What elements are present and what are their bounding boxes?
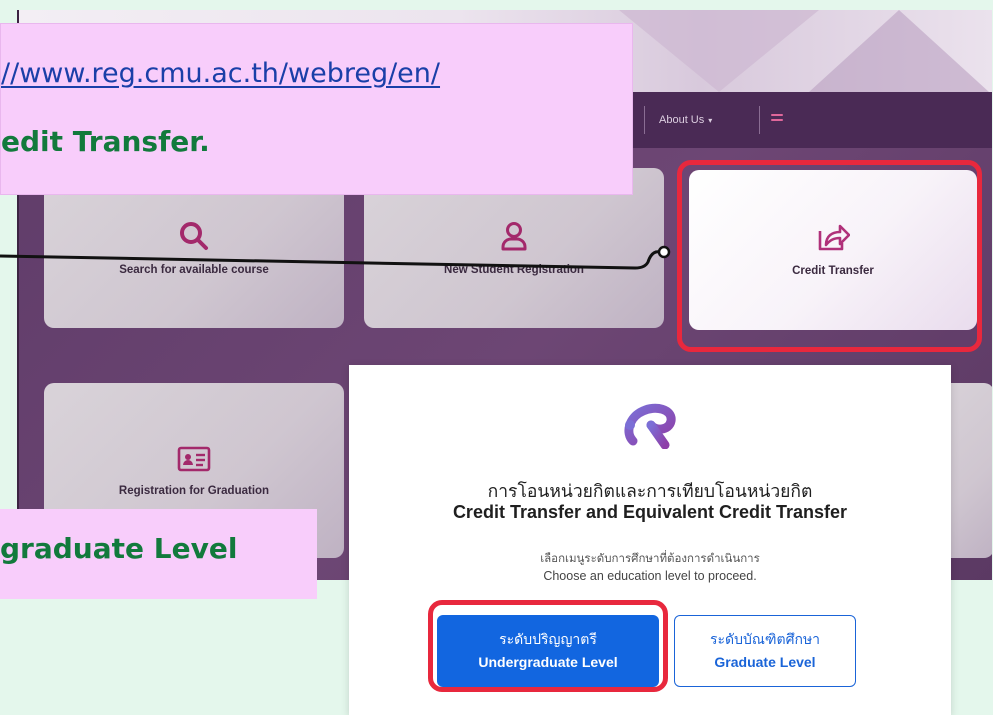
search-icon — [178, 220, 210, 256]
instruction-level-text: graduate Level — [0, 532, 238, 565]
card-label: Search for available course — [119, 264, 269, 276]
nav-about-label: About Us — [659, 114, 705, 126]
nav-divider — [759, 106, 760, 134]
instruction-note-level: graduate Level — [0, 509, 317, 599]
registration-url-link[interactable]: //www.reg.cmu.ac.th/webreg/en/ — [1, 58, 440, 89]
button-label-thai: ระดับบัณฑิตศึกษา — [709, 632, 821, 648]
instruction-step-title: edit Transfer. — [1, 125, 210, 158]
nav-about-us[interactable]: About Us ▾ — [659, 106, 712, 134]
header-decoration — [809, 10, 989, 92]
graduate-level-button[interactable]: ระดับบัณฑิตศึกษา Graduate Level — [674, 615, 856, 687]
undergraduate-button-highlight — [428, 600, 668, 692]
id-card-icon — [177, 445, 211, 477]
button-label-english: Graduate Level — [714, 654, 816, 670]
cmu-reg-logo-icon — [624, 403, 676, 449]
modal-title-thai: การโอนหน่วยกิตและการเทียบโอนหน่วยกิต — [487, 482, 813, 502]
card-label: Registration for Graduation — [118, 484, 270, 497]
instruction-note-url: //www.reg.cmu.ac.th/webreg/en/ edit Tran… — [0, 23, 633, 195]
header-decoration — [619, 10, 819, 92]
modal-title-english: Credit Transfer and Equivalent Credit Tr… — [452, 502, 848, 522]
user-icon — [498, 220, 530, 256]
modal-subtitle-thai: เลือกเมนูระดับการศึกษาที่ต้องการดำเนินกา… — [540, 551, 760, 565]
modal-subtitle-english: Choose an education level to proceed. — [543, 569, 757, 583]
chevron-down-icon: ▾ — [708, 115, 713, 125]
credit-transfer-highlight — [677, 160, 982, 352]
nav-divider — [644, 106, 645, 134]
menu-icon[interactable] — [771, 114, 783, 126]
card-label: New Student Registration — [444, 264, 584, 276]
